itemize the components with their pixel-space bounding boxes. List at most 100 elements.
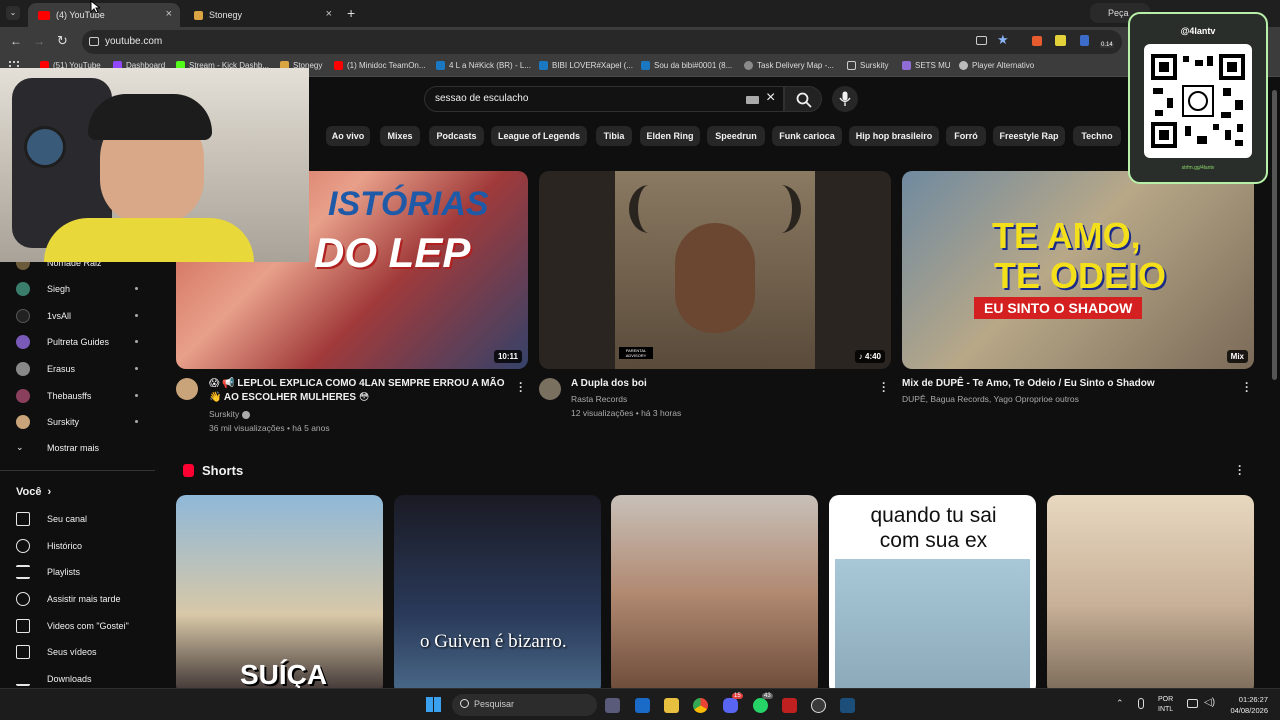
search-button[interactable] bbox=[784, 86, 822, 112]
channel-avatar[interactable] bbox=[176, 378, 198, 400]
history-icon bbox=[16, 539, 30, 553]
back-arrow-icon[interactable]: ← bbox=[10, 34, 22, 48]
sidebar-you-header[interactable]: Você › bbox=[16, 486, 138, 498]
chip[interactable]: Mixes bbox=[380, 126, 420, 146]
bookmark-item[interactable]: BIBI LOVER#Xapel (... bbox=[539, 61, 633, 70]
chip[interactable]: Forró bbox=[946, 126, 986, 146]
site-info-icon[interactable] bbox=[89, 37, 99, 46]
tab-search-button[interactable]: ⌄ bbox=[6, 6, 20, 20]
page-scrollbar[interactable] bbox=[1272, 90, 1277, 380]
channel-name[interactable]: Rasta Records bbox=[571, 392, 627, 406]
chip[interactable]: Techno bbox=[1073, 126, 1121, 146]
bookmark-item[interactable]: SETS MU bbox=[902, 61, 951, 70]
sidebar-item-subscription[interactable]: Siegh bbox=[16, 282, 138, 296]
qr-code-icon bbox=[1151, 54, 1245, 148]
tab-youtube[interactable]: (4) YouTube × bbox=[28, 3, 180, 27]
bookmark-item[interactable]: Player Alternativo bbox=[959, 61, 1034, 70]
shorts-more-icon[interactable]: · · · bbox=[1238, 460, 1242, 480]
keyboard-layout[interactable]: POR INTL bbox=[1158, 695, 1173, 715]
sidebar-show-more[interactable]: ⌄ Mostrar mais bbox=[16, 442, 138, 453]
video-thumbnail[interactable]: TE AMO, TE ODEIO EU SINTO O SHADOW Mix bbox=[902, 171, 1254, 369]
bookmark-star-icon[interactable]: ★ bbox=[997, 32, 1009, 48]
sidebar-item-playlists[interactable]: Playlists bbox=[16, 565, 138, 579]
new-content-dot bbox=[135, 287, 138, 290]
channel-name[interactable]: Surskity bbox=[209, 407, 250, 421]
chip[interactable]: Speedrun bbox=[707, 126, 765, 146]
extension-icon[interactable] bbox=[1032, 36, 1042, 46]
more-actions-icon[interactable]: · · · bbox=[519, 377, 523, 397]
more-actions-icon[interactable]: · · · bbox=[882, 377, 886, 397]
chip[interactable]: Ao vivo bbox=[326, 126, 370, 146]
video-title[interactable]: Mix de DUPÊ - Te Amo, Te Odeio / Eu Sint… bbox=[902, 377, 1155, 391]
volume-icon[interactable]: ◁) bbox=[1204, 697, 1215, 708]
video-title[interactable]: A Dupla dos boi bbox=[571, 377, 647, 391]
league-icon bbox=[641, 61, 650, 70]
forward-arrow-icon[interactable]: → bbox=[33, 34, 45, 48]
bookmark-item[interactable]: Task Delivery Map -... bbox=[744, 61, 834, 70]
bookmark-item[interactable]: Surskity bbox=[847, 61, 888, 70]
bookmark-item[interactable]: Sou da bibi#0001 (8... bbox=[641, 61, 732, 70]
extension-icon[interactable] bbox=[1080, 35, 1089, 46]
short-thumbnail[interactable] bbox=[611, 495, 818, 695]
taskbar-whatsapp-icon[interactable] bbox=[753, 698, 768, 713]
search-input[interactable]: sessao de esculacho × bbox=[424, 86, 784, 112]
close-tab-icon[interactable]: × bbox=[166, 8, 172, 20]
short-thumbnail[interactable]: SUÍÇA bbox=[176, 495, 383, 695]
chip[interactable]: Hip hop brasileiro bbox=[849, 126, 939, 146]
more-actions-icon[interactable]: · · · bbox=[1245, 377, 1249, 397]
clear-search-icon[interactable]: × bbox=[766, 89, 775, 107]
sidebar-item-your-videos[interactable]: Seus vídeos bbox=[16, 645, 138, 659]
sword-icon bbox=[902, 61, 911, 70]
shirt-shape bbox=[44, 218, 254, 262]
address-bar[interactable]: youtube.com bbox=[82, 30, 1122, 54]
taskbar-obs-icon[interactable] bbox=[811, 698, 826, 713]
clock[interactable]: 01:26:27 04/08/2026 bbox=[1230, 694, 1268, 716]
chip[interactable]: Tibia bbox=[596, 126, 632, 146]
sidebar-item-liked[interactable]: Videos com "Gostei" bbox=[16, 619, 138, 633]
network-icon[interactable] bbox=[1187, 699, 1198, 708]
sidebar-item-subscription[interactable]: 1vsAll bbox=[16, 309, 138, 323]
short-thumbnail[interactable] bbox=[1047, 495, 1254, 695]
sidebar-item-subscription[interactable]: Pultreta Guides bbox=[16, 335, 138, 349]
sidebar-item-watch-later[interactable]: Assistir mais tarde bbox=[16, 592, 138, 606]
channel-avatar[interactable] bbox=[539, 378, 561, 400]
chip[interactable]: Freestyle Rap bbox=[993, 126, 1065, 146]
short-thumbnail[interactable]: quando tu sai com sua ex bbox=[829, 495, 1036, 695]
chip[interactable]: Elden Ring bbox=[640, 126, 700, 146]
taskbar-discord-icon[interactable] bbox=[723, 698, 738, 713]
keyboard-icon[interactable] bbox=[746, 96, 759, 104]
taskbar-search[interactable]: Pesquisar bbox=[452, 694, 597, 716]
sidebar-item-subscription[interactable]: Erasus bbox=[16, 362, 138, 376]
bookmark-item[interactable]: (1) Minidoc TeamOn... bbox=[334, 61, 426, 70]
taskbar-app-icon[interactable] bbox=[782, 698, 797, 713]
tray-mic-icon[interactable] bbox=[1138, 698, 1144, 709]
voice-search-button[interactable] bbox=[832, 86, 858, 112]
tray-chevron-icon[interactable]: ⌃ bbox=[1116, 698, 1124, 709]
start-windows-icon[interactable] bbox=[426, 697, 441, 712]
taskbar-chrome-icon[interactable] bbox=[693, 698, 708, 713]
sidebar-item-seu-canal[interactable]: Seu canal bbox=[16, 512, 138, 526]
taskbar-store-icon[interactable] bbox=[605, 698, 620, 713]
taskbar-outlook-icon[interactable] bbox=[635, 698, 650, 713]
close-tab-icon[interactable]: × bbox=[326, 8, 332, 20]
sidebar-item-downloads[interactable]: Downloads bbox=[16, 672, 138, 686]
bookmark-item[interactable]: 4 L a N#Kick (BR) - L... bbox=[436, 61, 531, 70]
extension-icon[interactable] bbox=[1055, 35, 1066, 46]
sidebar-item-subscription[interactable]: Surskity bbox=[16, 415, 138, 429]
short-thumbnail[interactable]: o Guiven é bizarro. bbox=[394, 495, 601, 695]
chip[interactable]: League of Legends bbox=[491, 126, 587, 146]
sidebar-item-subscription[interactable]: Thebausffs bbox=[16, 389, 138, 403]
new-tab-button[interactable]: + bbox=[347, 5, 355, 21]
chip[interactable]: Podcasts bbox=[429, 126, 484, 146]
sidebar-item-historico[interactable]: Histórico bbox=[16, 539, 138, 553]
cast-icon[interactable] bbox=[976, 36, 987, 45]
channel-name[interactable]: DUPÊ, Bagua Records, Yago Oproprioe outr… bbox=[902, 392, 1079, 406]
tab-stonegy[interactable]: Stonegy × bbox=[184, 3, 340, 27]
chip[interactable]: Funk carioca bbox=[772, 126, 842, 146]
video-thumbnail[interactable]: PARENTAL ADVISORY ♪ 4:40 bbox=[539, 171, 891, 369]
extension-badge[interactable]: 0.14 bbox=[1100, 42, 1114, 48]
taskbar-steam-icon[interactable] bbox=[840, 698, 855, 713]
reload-icon[interactable]: ↻ bbox=[57, 33, 68, 49]
taskbar-explorer-icon[interactable] bbox=[664, 698, 679, 713]
video-title[interactable]: 😱 📢 LEPLOL EXPLICA COMO 4LAN SEMPRE ERRO… bbox=[209, 377, 509, 405]
